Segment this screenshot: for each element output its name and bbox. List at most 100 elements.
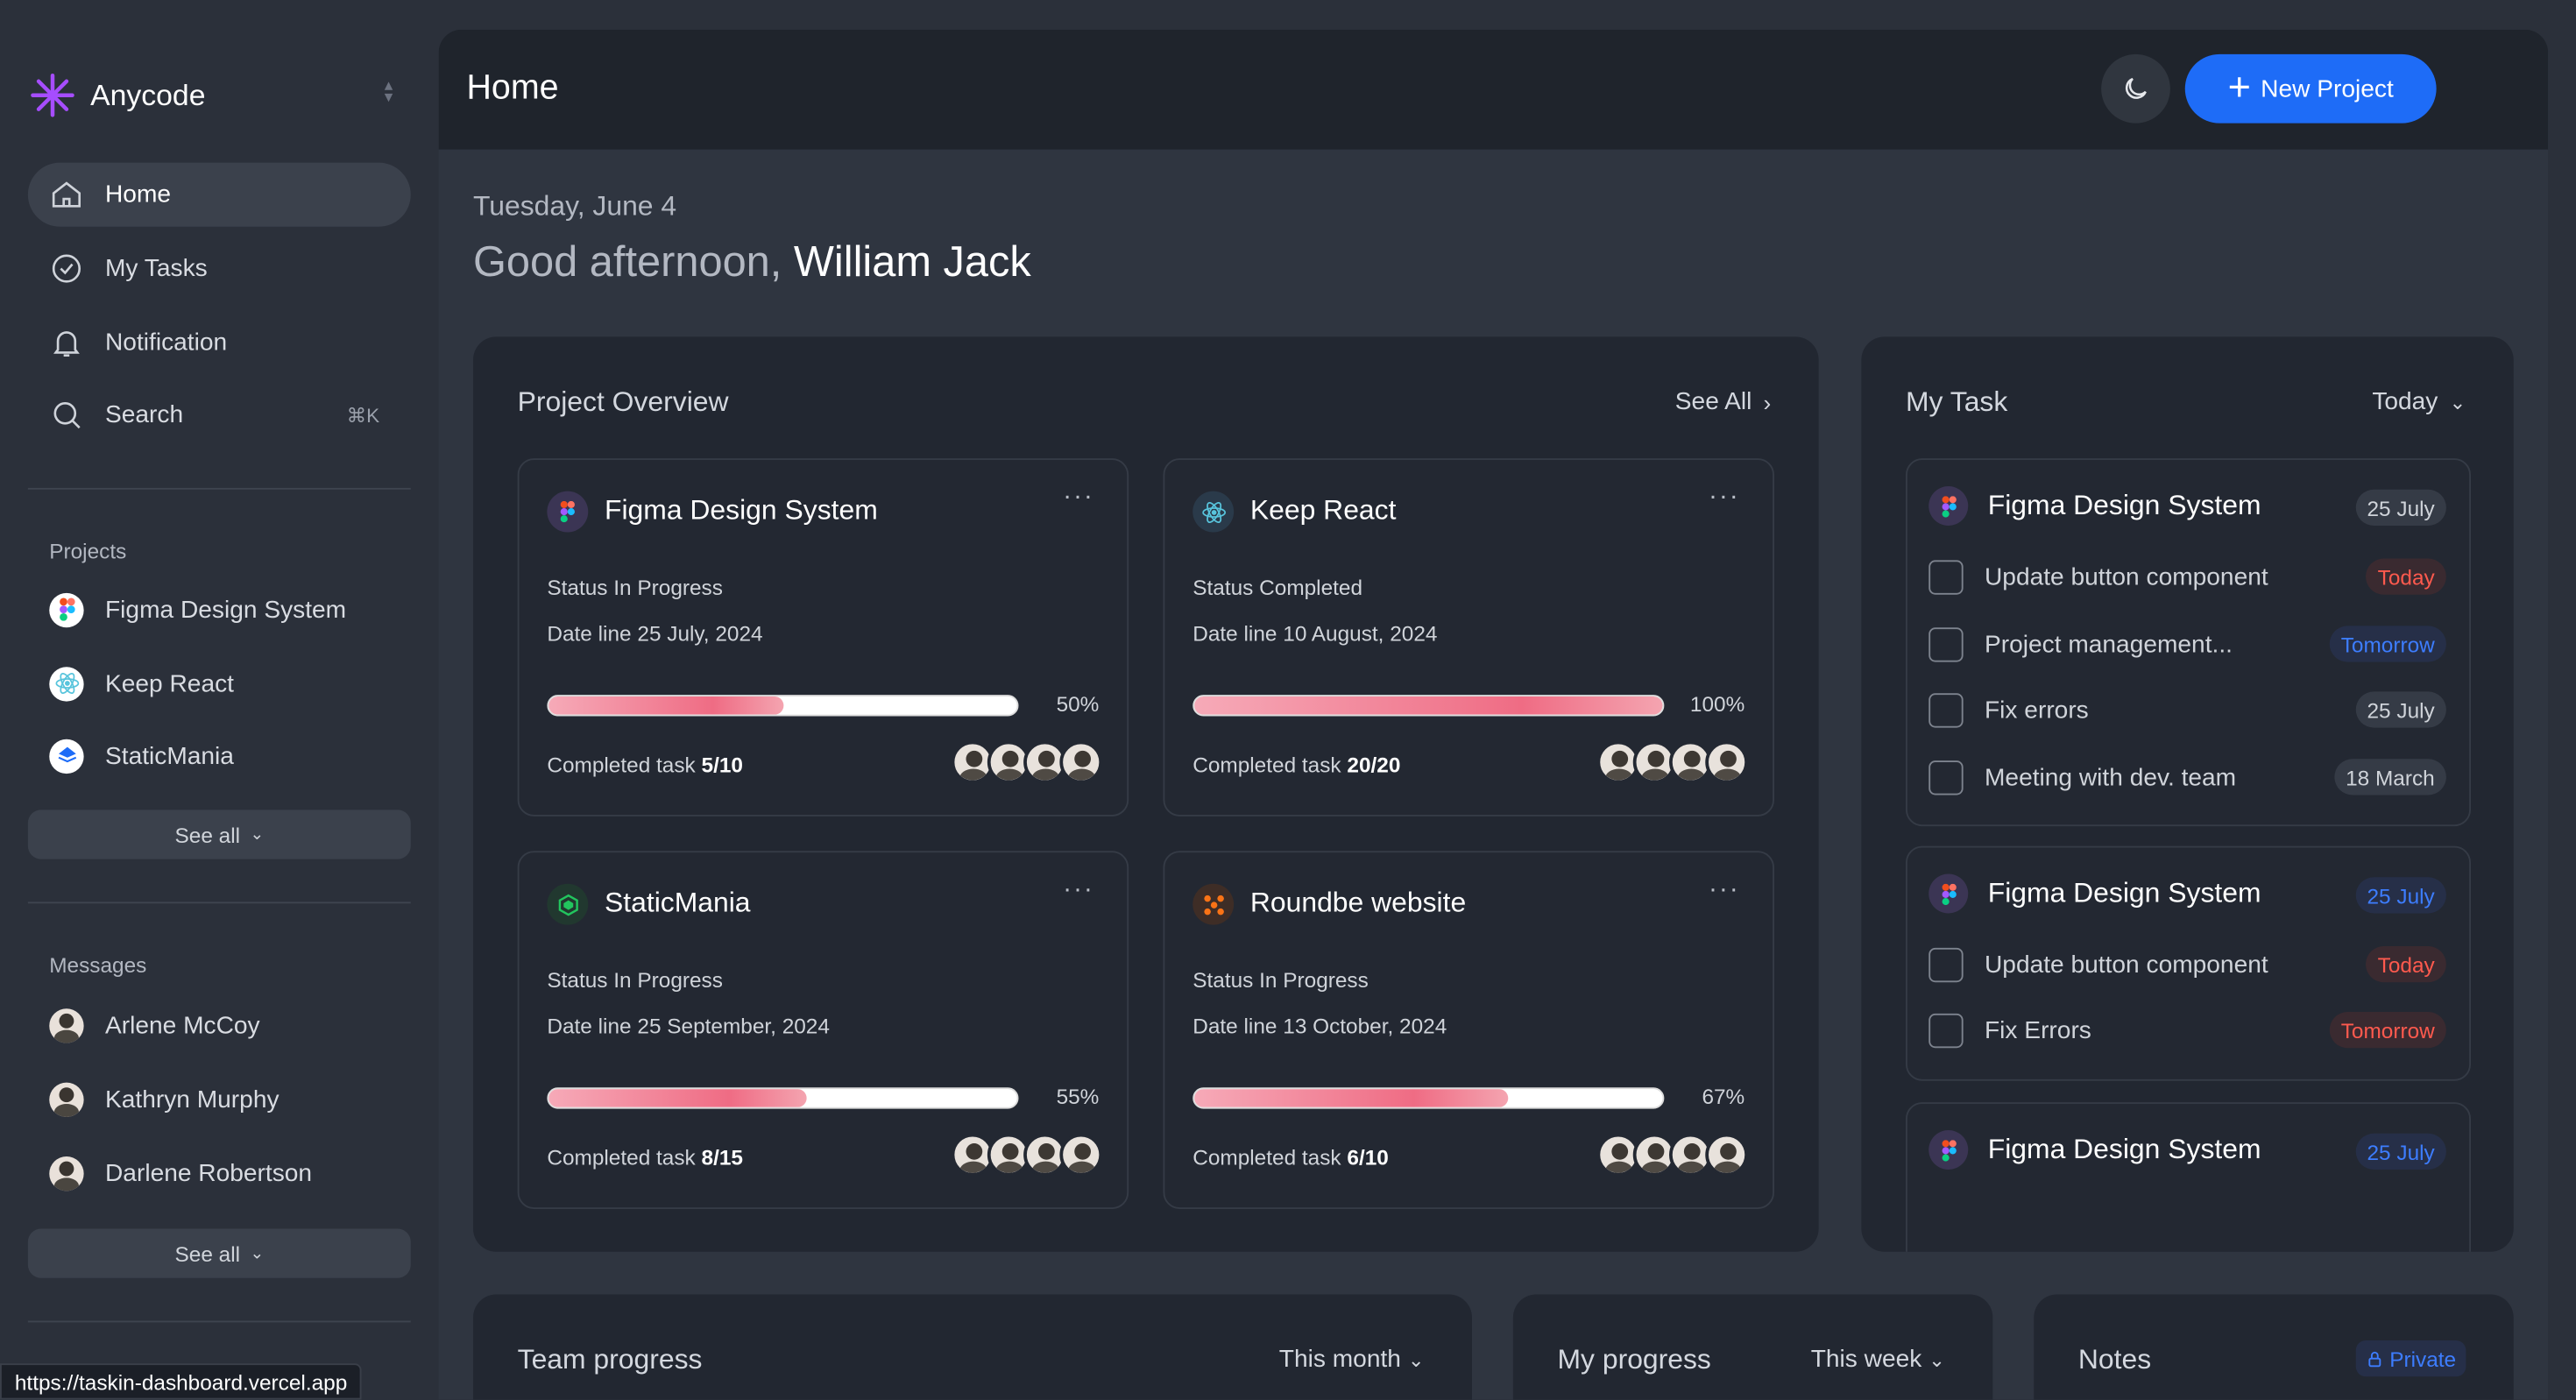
task-group-header: Figma Design System — [1928, 873, 2261, 914]
task-item[interactable]: Update button component — [1928, 946, 2268, 982]
current-date: Tuesday, June 4 — [473, 190, 677, 223]
user-name: William Jack — [793, 237, 1031, 286]
project-card[interactable]: Keep React ··· Status Completed Date lin… — [1163, 458, 1774, 817]
search-icon — [53, 402, 81, 429]
progress-bar — [547, 695, 1019, 717]
task-checkbox[interactable] — [1928, 626, 1964, 661]
avatar — [1705, 1133, 1748, 1177]
project-card[interactable]: Figma Design System ··· Status In Progre… — [517, 458, 1129, 817]
my-task-title: My Task — [1906, 385, 2008, 418]
task-checkbox[interactable] — [1928, 760, 1964, 795]
avatar — [1059, 1133, 1103, 1177]
sidebar-project-keep-react[interactable]: Keep React — [49, 662, 234, 705]
status-label: Status — [547, 575, 608, 600]
app-root: Anycode ▴ ▾ Home My Tasks Notification Se… — [0, 0, 2576, 1400]
divider — [27, 1320, 411, 1323]
task-item[interactable]: Fix Errors — [1928, 1012, 2091, 1048]
chevron-down-icon: ⌄ — [2449, 390, 2466, 414]
see-all-label: See all — [174, 822, 241, 847]
project-status: Status In Progress — [547, 967, 723, 992]
message-item[interactable]: Kathryn Murphy — [49, 1078, 280, 1121]
task-group-project: Figma Design System — [1987, 489, 2261, 521]
progress-bar — [547, 1087, 1019, 1109]
more-options-icon[interactable]: ··· — [1709, 875, 1740, 905]
due-badge: Today — [2366, 558, 2446, 595]
more-options-icon[interactable]: ··· — [1063, 875, 1094, 905]
projects-see-all-button[interactable]: See all ⌄ — [27, 810, 411, 859]
chevron-down-icon: ⌄ — [1928, 1348, 1945, 1372]
staticmania-icon — [547, 883, 589, 925]
my-progress-filter[interactable]: This week ⌄ — [1811, 1346, 1945, 1374]
completed-value: 5/10 — [701, 752, 743, 777]
nav-label: Home — [105, 180, 172, 209]
more-options-icon[interactable]: ··· — [1063, 483, 1094, 513]
nav-my-tasks[interactable]: My Tasks — [28, 237, 411, 301]
task-filter-dropdown[interactable]: Today ⌄ — [2372, 388, 2466, 416]
home-icon — [52, 181, 81, 208]
project-card[interactable]: StaticMania ··· Status In Progress Date … — [517, 851, 1129, 1209]
brand-name: Anycode — [90, 78, 206, 111]
staticmania-icon — [49, 738, 84, 774]
contact-name: Kathryn Murphy — [105, 1085, 280, 1114]
new-project-button[interactable]: + New Project — [2184, 53, 2437, 124]
status-label: Status — [1192, 967, 1254, 993]
nav-search[interactable]: Search ⌘K — [28, 383, 411, 447]
contact-name: Arlene McCoy — [105, 1011, 260, 1039]
team-progress-panel: Team progress This month ⌄ — [473, 1294, 1472, 1400]
brand[interactable]: Anycode — [30, 71, 206, 120]
workspace-switch-icon[interactable]: ▴ ▾ — [385, 78, 393, 106]
check-circle-icon — [52, 254, 81, 283]
task-checkbox[interactable] — [1928, 1012, 1964, 1048]
more-options-icon[interactable]: ··· — [1709, 483, 1740, 513]
project-name: Roundbe website — [1249, 887, 1467, 919]
task-checkbox[interactable] — [1928, 692, 1964, 727]
avatar — [49, 1008, 84, 1043]
task-label: Update button component — [1985, 950, 2268, 979]
progress-percent: 100% — [1689, 691, 1745, 717]
moon-icon — [2125, 77, 2147, 99]
message-item[interactable]: Darlene Robertson — [49, 1151, 312, 1194]
see-all-projects-link[interactable]: See All › — [1675, 388, 1771, 416]
anycode-logo-icon — [31, 74, 74, 117]
project-card[interactable]: Roundbe website ··· Status In Progress D… — [1163, 851, 1774, 1209]
sidebar-project-figma[interactable]: Figma Design System — [49, 588, 346, 631]
task-item[interactable]: Fix errors — [1928, 691, 2089, 727]
progress-percent: 50% — [1056, 691, 1100, 717]
sidebar-project-staticmania[interactable]: StaticMania — [49, 734, 234, 777]
task-label: Update button component — [1985, 562, 2268, 591]
figma-icon — [1928, 1130, 1969, 1170]
nav-label: Notification — [105, 329, 228, 357]
nav-notification[interactable]: Notification — [28, 310, 411, 374]
project-name: Keep React — [1249, 494, 1397, 526]
task-group: Figma Design System 25 July Update butto… — [1906, 458, 2471, 827]
messages-see-all-button[interactable]: See all ⌄ — [27, 1228, 411, 1278]
progress-percent: 55% — [1056, 1084, 1100, 1109]
project-overview-title: Project Overview — [517, 385, 729, 418]
date-value: 25 September, 2024 — [637, 1013, 830, 1038]
message-item[interactable]: Arlene McCoy — [49, 1004, 260, 1047]
avatar — [49, 1156, 84, 1191]
status-value: In Progress — [613, 575, 723, 600]
greeting: Good afternoon, William Jack — [473, 237, 1031, 287]
progress-fill — [548, 1089, 807, 1107]
greeting-salutation: Good afternoon, — [473, 237, 782, 286]
nav-home[interactable]: Home — [27, 162, 411, 227]
status-label: Status — [547, 967, 608, 993]
date-badge: 25 July — [2355, 877, 2446, 914]
task-item[interactable]: Meeting with dev. team — [1928, 759, 2236, 795]
task-item[interactable]: Update button component — [1928, 559, 2268, 595]
roundbe-icon — [1192, 883, 1235, 925]
task-checkbox[interactable] — [1928, 559, 1964, 594]
task-item[interactable]: Project management... — [1928, 626, 2233, 661]
see-all-label: See all — [174, 1241, 241, 1266]
task-checkbox[interactable] — [1928, 946, 1964, 982]
private-badge[interactable]: Private — [2354, 1340, 2466, 1377]
chevron-right-icon: › — [1763, 388, 1772, 415]
completed-label: Completed task — [1192, 1144, 1341, 1170]
theme-toggle-button[interactable] — [2101, 53, 2170, 124]
progress-fill — [1194, 1089, 1509, 1107]
my-progress-title: My progress — [1557, 1343, 1711, 1375]
team-progress-filter[interactable]: This month ⌄ — [1279, 1346, 1425, 1374]
date-label: Date line — [1192, 1013, 1277, 1038]
task-group: Figma Design System 25 July — [1906, 1102, 2471, 1252]
